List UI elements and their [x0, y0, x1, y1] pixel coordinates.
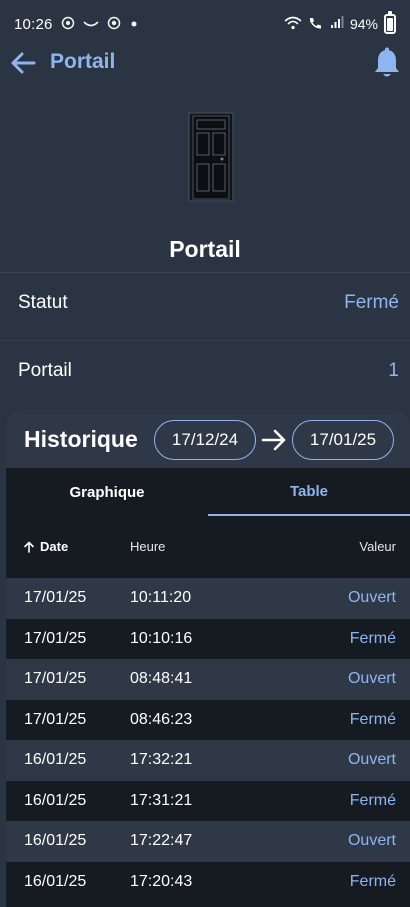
cell-heure: 10:10:16 [130, 629, 193, 647]
table-row: 17/01/25 08:48:41 Ouvert [6, 659, 410, 700]
dot-icon [129, 17, 139, 32]
cell-heure: 17:20:43 [130, 872, 193, 890]
cell-date: 16/01/25 [24, 832, 87, 849]
arrow-right-icon [261, 429, 286, 451]
cell-heure: 17:32:21 [130, 751, 193, 768]
cell-valeur: Fermé [349, 791, 396, 809]
cell-heure: 08:46:23 [130, 710, 193, 728]
cell-date: 17/01/25 [24, 670, 87, 687]
cell-valeur: Ouvert [347, 670, 396, 687]
cell-valeur: Fermé [349, 872, 396, 890]
cell-date: 16/01/25 [24, 751, 87, 768]
portail-row: Portail 1 [0, 340, 410, 400]
table-row: 16/01/25 17:32:21 Ouvert [6, 740, 410, 781]
wifi-icon [284, 16, 302, 33]
date-from-button[interactable]: 17/12/24 [154, 420, 256, 460]
statut-value: Fermé [344, 291, 399, 313]
battery-icon [384, 11, 396, 34]
table-row: 16/01/25 17:22:47 Ouvert [6, 821, 410, 862]
status-time: 10:26 [14, 15, 53, 33]
cell-valeur: Ouvert [347, 589, 396, 606]
bell-icon [375, 47, 399, 77]
cell-valeur: Ouvert [347, 751, 396, 768]
cell-valeur: Fermé [349, 710, 396, 728]
device-name: Portail [169, 236, 241, 262]
cell-heure: 17:22:47 [130, 832, 193, 849]
door-icon [188, 112, 234, 202]
signal-icon [330, 16, 344, 32]
cell-date: 17/01/25 [24, 710, 87, 728]
statut-label: Statut [18, 291, 68, 313]
history-title: Historique [24, 426, 138, 452]
statut-row: Statut Fermé [0, 272, 410, 332]
column-heure-header[interactable]: Heure [130, 539, 165, 554]
history-tabs: Graphique Table [6, 468, 410, 516]
tab-table[interactable]: Table [208, 468, 410, 516]
table-row: 16/01/25 17:31:21 Fermé [6, 780, 410, 821]
portail-value: 1 [388, 359, 399, 381]
cell-valeur: Fermé [349, 629, 396, 647]
circle-icon [107, 16, 121, 33]
cell-valeur: Ouvert [347, 832, 396, 849]
back-button[interactable] [8, 48, 38, 78]
arrow-left-icon [11, 52, 36, 74]
app-bar: Portail [0, 40, 410, 86]
tilde-icon [82, 17, 99, 32]
call-icon [308, 16, 324, 33]
status-left: 10:26 [14, 16, 139, 33]
column-date-label: Date [40, 539, 69, 554]
notifications-button[interactable] [370, 45, 404, 81]
page-title: Portail [50, 50, 116, 73]
sort-up-icon [24, 541, 34, 553]
portail-label: Portail [18, 359, 72, 381]
cell-heure: 17:31:21 [130, 791, 193, 809]
status-right: 94% [284, 11, 396, 34]
cell-date: 17/01/25 [24, 629, 87, 647]
battery-percent: 94% [349, 16, 378, 32]
history-table-body: 17/01/25 10:11:20 Ouvert 17/01/25 10:10:… [6, 578, 410, 902]
column-valeur-header[interactable]: Valeur [359, 539, 396, 554]
cell-date: 16/01/25 [24, 872, 87, 890]
table-header: Date Heure Valeur [6, 516, 410, 578]
history-card: Historique 17/12/24 17/01/25 Graphique T… [6, 410, 410, 907]
date-to-button[interactable]: 17/01/25 [292, 420, 394, 460]
tab-graphique[interactable]: Graphique [6, 468, 208, 516]
cell-heure: 10:11:20 [130, 589, 192, 606]
table-row: 16/01/25 17:20:43 Fermé [6, 861, 410, 902]
sync-icon [61, 16, 75, 33]
cell-date: 16/01/25 [24, 791, 87, 809]
table-row: 17/01/25 10:11:20 Ouvert [6, 578, 410, 619]
table-row: 17/01/25 10:10:16 Fermé [6, 618, 410, 659]
history-header: Historique 17/12/24 17/01/25 [6, 410, 410, 468]
table-row: 17/01/25 08:46:23 Fermé [6, 699, 410, 740]
cell-heure: 08:48:41 [130, 670, 193, 687]
column-date-header[interactable]: Date [24, 539, 68, 554]
cell-date: 17/01/25 [24, 589, 87, 606]
